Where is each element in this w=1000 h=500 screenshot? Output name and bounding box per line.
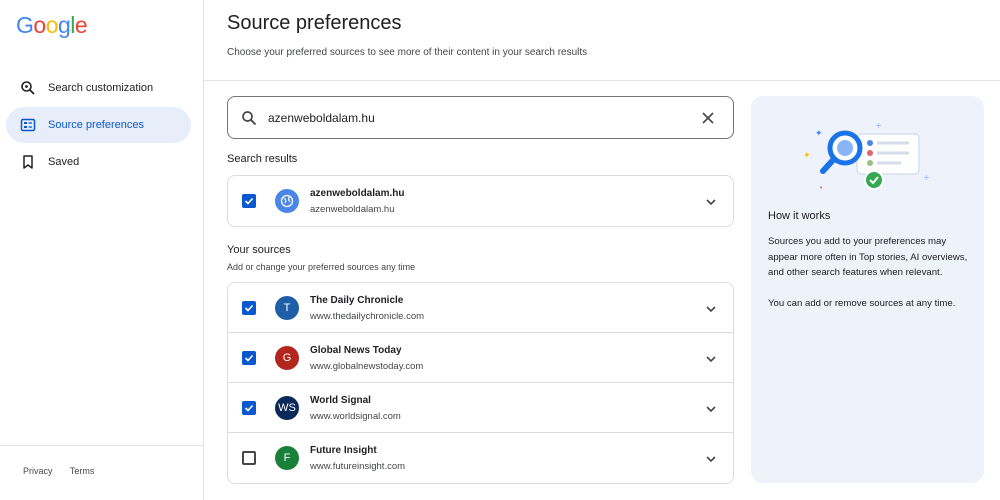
chevron-down-icon[interactable] xyxy=(705,195,717,213)
source-name: The Daily Chronicle xyxy=(310,295,404,306)
source-row[interactable]: G Global News Today www.globalnewstoday.co… xyxy=(228,333,733,383)
search-icon xyxy=(241,110,257,131)
svg-text:✦: ✦ xyxy=(815,129,823,139)
source-checkbox[interactable] xyxy=(242,301,256,315)
source-preferences-illustration: ✦ ✦ + + • xyxy=(797,116,937,201)
search-results-list: azenweboldalam.hu azenweboldalam.hu xyxy=(227,175,734,227)
privacy-link[interactable]: Privacy xyxy=(23,466,53,476)
sidebar-item-label: Saved xyxy=(48,156,80,168)
globe-icon xyxy=(280,194,294,208)
source-checkbox[interactable] xyxy=(242,451,256,465)
app-root: Google Search customization Source prefe… xyxy=(0,0,1000,500)
search-input[interactable] xyxy=(268,107,688,129)
terms-link[interactable]: Terms xyxy=(70,466,95,476)
sidebar-item-label: Source preferences xyxy=(48,119,144,131)
avatar-initials: WS xyxy=(278,402,296,414)
source-avatar: G xyxy=(275,346,299,370)
source-search-box xyxy=(227,96,734,139)
source-list-icon xyxy=(20,117,36,133)
source-name: World Signal xyxy=(310,395,371,406)
chevron-down-icon[interactable] xyxy=(705,452,717,470)
source-url: www.globalnewstoday.com xyxy=(310,361,424,372)
page-title: Source preferences xyxy=(227,12,402,34)
source-name: azenweboldalam.hu xyxy=(310,188,405,199)
chevron-down-icon[interactable] xyxy=(705,402,717,420)
logo-letter: g xyxy=(57,12,71,38)
bookmark-icon xyxy=(20,154,36,170)
sidebar-nav: Search customization Source preferences … xyxy=(6,70,191,181)
source-row[interactable]: WS World Signal www.worldsignal.com xyxy=(228,383,733,433)
avatar-initials: F xyxy=(283,452,291,464)
source-row[interactable]: T The Daily Chronicle www.thedailychronicl… xyxy=(228,283,733,333)
svg-text:✦: ✦ xyxy=(803,151,811,161)
source-avatar: F xyxy=(275,446,299,470)
svg-text:+: + xyxy=(923,173,930,182)
how-it-works-text: Sources you add to your preferences may … xyxy=(768,234,973,327)
source-avatar: WS xyxy=(275,396,299,420)
svg-text:+: + xyxy=(875,121,882,130)
avatar-initials: G xyxy=(282,352,292,364)
source-avatar: T xyxy=(275,296,299,320)
sidebar-item-search-customization[interactable]: Search customization xyxy=(6,70,191,106)
chevron-down-icon[interactable] xyxy=(705,352,717,370)
source-row[interactable]: azenweboldalam.hu azenweboldalam.hu xyxy=(228,176,733,226)
clear-search-button[interactable] xyxy=(701,111,715,130)
source-name: Global News Today xyxy=(310,345,402,356)
source-url: azenweboldalam.hu xyxy=(310,204,395,215)
logo-letter: o xyxy=(33,12,46,38)
source-avatar xyxy=(275,189,299,213)
sidebar-item-saved[interactable]: Saved xyxy=(6,144,191,180)
sidebar: Google Search customization Source prefe… xyxy=(0,0,204,500)
sidebar-item-source-preferences[interactable]: Source preferences xyxy=(6,107,191,143)
source-row[interactable]: F Future Insight www.futureinsight.com xyxy=(228,433,733,483)
your-sources-list: T The Daily Chronicle www.thedailychronicl… xyxy=(227,282,734,484)
logo-letter: o xyxy=(45,12,59,38)
page-header: Source preferences Choose your preferred… xyxy=(204,0,1000,81)
how-it-works-panel: ✦ ✦ + + • How it works Sources you add t… xyxy=(751,96,984,483)
source-checkbox[interactable] xyxy=(242,194,256,208)
source-checkbox[interactable] xyxy=(242,351,256,365)
page-subtitle: Choose your preferred sources to see mor… xyxy=(227,47,588,58)
source-url: www.futureinsight.com xyxy=(310,461,406,472)
logo-letter: e xyxy=(74,12,88,38)
logo-letter: G xyxy=(16,12,34,38)
source-name: Future Insight xyxy=(310,445,377,456)
chevron-down-icon[interactable] xyxy=(705,302,717,320)
sidebar-footer: Privacy Terms xyxy=(0,445,204,476)
google-logo[interactable]: Google xyxy=(16,12,88,39)
how-it-works-paragraph: You can add or remove sources at any tim… xyxy=(768,298,956,309)
source-url: www.thedailychronicle.com xyxy=(310,311,425,322)
how-it-works-paragraph: Sources you add to your preferences may … xyxy=(768,236,968,278)
how-it-works-title: How it works xyxy=(768,210,831,222)
main-content: Search results azenweboldalam.huazenwebo… xyxy=(227,96,734,484)
avatar-initials: T xyxy=(283,302,291,314)
search-settings-icon xyxy=(20,80,36,96)
close-icon xyxy=(702,112,714,124)
your-sources-heading: Your sources xyxy=(227,244,291,256)
your-sources-subheading: Add or change your preferred sources any… xyxy=(227,262,416,272)
search-results-heading: Search results xyxy=(227,153,298,165)
svg-text:•: • xyxy=(819,184,823,192)
source-url: www.worldsignal.com xyxy=(310,411,401,422)
sidebar-item-label: Search customization xyxy=(48,82,154,94)
source-checkbox[interactable] xyxy=(242,401,256,415)
